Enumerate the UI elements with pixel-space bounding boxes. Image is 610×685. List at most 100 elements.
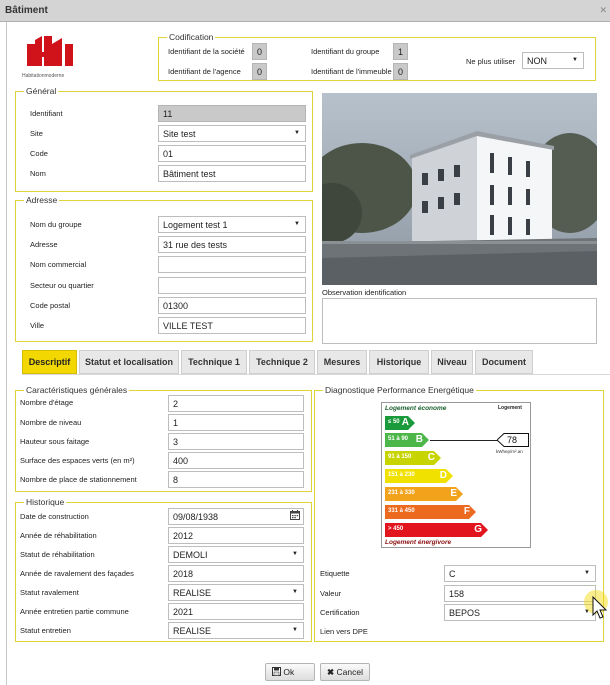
dpe-class-f-letter: F (463, 506, 470, 517)
cancel-button[interactable]: ✖ Cancel (320, 663, 370, 681)
building-image (322, 93, 597, 285)
etiquette-label: Etiquette (320, 569, 350, 578)
statut-rehabilitation-label: Statut de réhabilitation (20, 550, 95, 559)
dpe-class-b-letter: B (415, 434, 423, 445)
dpe-class-b-range: 51 à 90 (388, 436, 409, 442)
tab-divider (22, 374, 610, 375)
logo-text: Habitationmoderne (22, 73, 65, 79)
dpe-class-a: ≤ 50 A (385, 416, 415, 430)
tab-document[interactable]: Document (475, 350, 533, 374)
societe-field: 0 (252, 43, 267, 60)
general-legend: Général (24, 86, 59, 96)
certification-label: Certification (320, 608, 360, 617)
dpe-class-f-range: 331 à 450 (388, 508, 415, 514)
adresse-legend: Adresse (24, 195, 60, 205)
surface-input[interactable]: 400 (168, 452, 304, 469)
historique-legend: Historique (24, 497, 67, 507)
immeuble-field: 0 (393, 63, 408, 80)
nombre-etage-input[interactable]: 2 (168, 395, 304, 412)
cancel-button-label: Cancel (336, 667, 363, 677)
dpe-label-card: Logement économe Logement ≤ 50 A 51 à 90 B… (381, 402, 531, 548)
close-icon[interactable]: ✕ (599, 5, 607, 16)
ne-plus-utiliser-label: Ne plus utiliser (466, 57, 516, 66)
ok-button-label: Ok (283, 667, 295, 677)
tab-historique[interactable]: Historique (369, 350, 429, 374)
etiquette-select[interactable]: C (444, 565, 596, 582)
nom-input[interactable]: Bâtiment test (158, 165, 306, 182)
annee-entretien-label: Année entretien partie commune (20, 607, 129, 616)
building-photo[interactable] (322, 93, 597, 285)
annee-rehabilitation-input[interactable]: 2012 (168, 527, 304, 544)
dpe-class-g: > 450 G (385, 523, 488, 537)
dpe-unit-text: kWhep/m².an (496, 449, 523, 454)
dpe-class-b: 51 à 90 B (385, 433, 429, 447)
dpe-energivore-text: Logement énergivore (385, 539, 452, 546)
annee-ravalement-label: Année de ravalement des façades (20, 569, 134, 578)
certification-select[interactable]: BEPOS (444, 604, 596, 621)
statut-ravalement-label: Statut ravalement (20, 588, 79, 597)
annee-entretien-input[interactable]: 2021 (168, 603, 304, 620)
groupe-id-field: 1 (393, 43, 408, 60)
code-postal-input[interactable]: 01300 (158, 297, 306, 314)
identifiant-label: Identifiant (30, 109, 63, 118)
tab-statut-localisation[interactable]: Statut et localisation (79, 350, 179, 374)
lien-dpe-label: Lien vers DPE (320, 627, 368, 636)
dpe-class-g-range: > 450 (388, 526, 404, 532)
dpe-class-g-letter: G (474, 524, 482, 535)
ne-plus-utiliser-select[interactable]: NON (522, 52, 584, 69)
agence-field: 0 (252, 63, 267, 80)
nombre-etage-label: Nombre d'étage (20, 398, 74, 407)
groupe-id-label: Identifiant du groupe (311, 47, 380, 56)
adresse-input[interactable]: 31 rue des tests (158, 236, 306, 253)
tab-descriptif[interactable]: Descriptif (22, 350, 77, 374)
dpe-legend: Diagnostique Performance Energétique (323, 385, 476, 395)
codification-legend: Codification (167, 32, 216, 42)
annee-rehabilitation-label: Année de réhabilitation (20, 531, 97, 540)
secteur-label: Secteur ou quartier (30, 281, 94, 290)
secteur-input[interactable] (158, 277, 306, 294)
ville-input[interactable]: VILLE TEST (158, 317, 306, 334)
valeur-input[interactable]: 158 (444, 585, 596, 602)
calendar-icon[interactable] (290, 510, 300, 522)
hauteur-input[interactable]: 3 (168, 433, 304, 450)
observation-label: Observation identification (322, 288, 407, 297)
surface-label: Surface des espaces verts (en m²) (20, 456, 135, 465)
code-input[interactable]: 01 (158, 145, 306, 162)
dpe-class-d-letter: D (439, 470, 447, 481)
nom-groupe-select[interactable]: Logement test 1 (158, 216, 306, 233)
site-label: Site (30, 129, 43, 138)
date-construction-input[interactable]: 09/08/1938 (168, 508, 304, 525)
nom-groupe-label: Nom du groupe (30, 220, 82, 229)
agence-label: Identifiant de l'agence (168, 67, 241, 76)
observation-textarea[interactable] (322, 298, 597, 344)
dpe-class-e: 231 à 330 E (385, 487, 463, 501)
identifiant-field: 11 (158, 105, 306, 122)
dpe-class-e-range: 231 à 330 (388, 490, 415, 496)
tab-technique-2[interactable]: Technique 2 (249, 350, 315, 374)
date-construction-label: Date de construction (20, 512, 89, 521)
window-titlebar: Bâtiment ✕ (0, 0, 610, 22)
nom-commercial-label: Nom commercial (30, 260, 87, 269)
dpe-pointer-line (430, 440, 500, 441)
save-icon (272, 667, 281, 678)
logo-mark-icon (27, 36, 73, 66)
annee-ravalement-input[interactable]: 2018 (168, 565, 304, 582)
adresse-label: Adresse (30, 240, 58, 249)
tab-mesures[interactable]: Mesures (317, 350, 367, 374)
dpe-class-c-range: 91 à 150 (388, 454, 412, 460)
site-select[interactable]: Site test (158, 125, 306, 142)
nombre-niveau-input[interactable]: 1 (168, 414, 304, 431)
stationnement-input[interactable]: 8 (168, 471, 304, 488)
dpe-class-d-range: 151 à 230 (388, 472, 415, 478)
dpe-class-e-letter: E (450, 488, 457, 499)
statut-ravalement-select[interactable]: REALISE (168, 584, 304, 601)
tab-technique-1[interactable]: Technique 1 (181, 350, 247, 374)
valeur-label: Valeur (320, 589, 342, 598)
dpe-class-a-letter: A (401, 417, 409, 428)
tab-niveau[interactable]: Niveau (431, 350, 473, 374)
nom-commercial-input[interactable] (158, 256, 306, 273)
statut-entretien-select[interactable]: REALISE (168, 622, 304, 639)
statut-rehabilitation-select[interactable]: DEMOLI (168, 546, 304, 563)
ok-button[interactable]: Ok (265, 663, 315, 681)
stationnement-label: Nombre de place de stationnement (20, 475, 137, 484)
